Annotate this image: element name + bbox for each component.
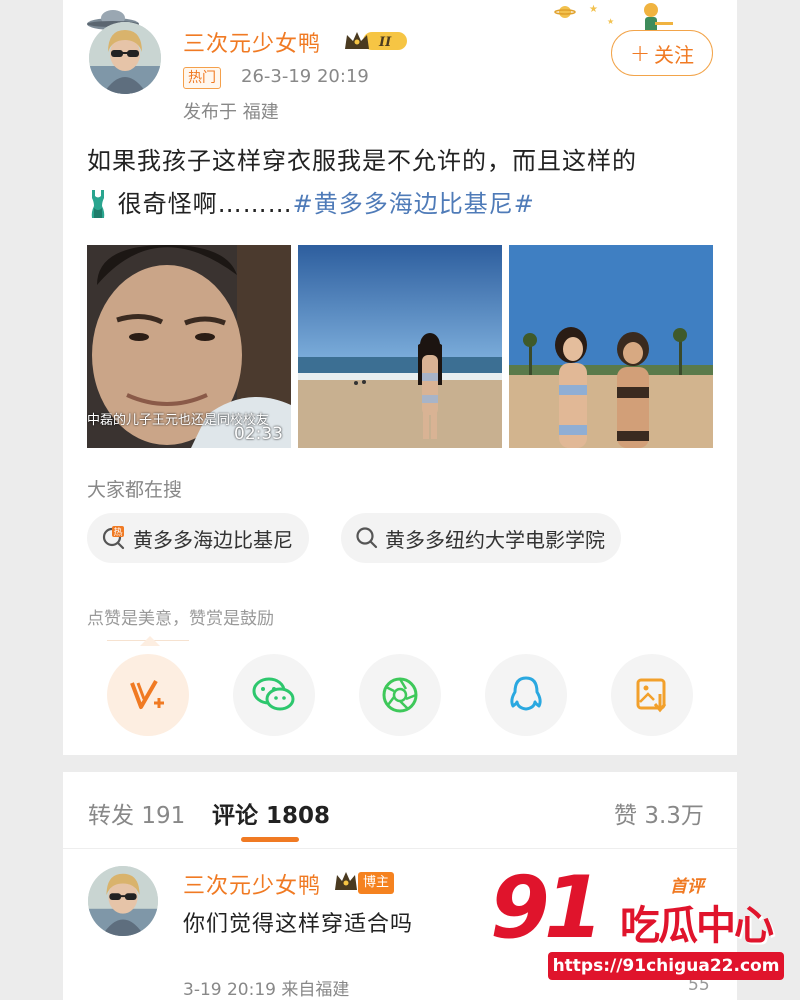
- beach-photo-1[interactable]: [298, 245, 502, 448]
- author-badge: 博主: [358, 872, 395, 894]
- tab-comments[interactable]: 评论 1808: [212, 796, 330, 830]
- share-qq-button[interactable]: [485, 654, 567, 736]
- comment-meta: 3-19 20:19 来自福建: [183, 980, 350, 1000]
- svg-text:热: 热: [114, 526, 123, 538]
- post-text: 如果我孩子这样穿衣服我是不允许的，而且这样的 很奇怪啊………#黄多多海边比基尼#: [87, 140, 707, 226]
- photo-grid: 中磊的儿子王元也还是同校校友 02:33: [87, 245, 713, 448]
- beach-photo-2[interactable]: [509, 245, 713, 448]
- save-image-button[interactable]: [611, 654, 693, 736]
- share-moments-button[interactable]: [359, 654, 441, 736]
- avatar[interactable]: [89, 22, 161, 94]
- svg-text:★: ★: [589, 4, 598, 15]
- tab-like-count: 3.3万: [644, 803, 704, 829]
- praise-title: 点赞是美意，赞赏是鼓励: [87, 609, 274, 629]
- search-section-title: 大家都在搜: [87, 479, 183, 501]
- share-action-row: [107, 654, 707, 738]
- share-wechat-button[interactable]: [233, 654, 315, 736]
- follow-button[interactable]: + 关注: [611, 30, 713, 76]
- search-chip-nyu[interactable]: 黄多多纽约大学电影学院: [341, 513, 621, 563]
- post-text-line1: 如果我孩子这样穿衣服我是不允许的，而且这样的: [87, 147, 637, 175]
- search-icon: [356, 527, 378, 549]
- hashtag-link[interactable]: #黄多多海边比基尼#: [293, 190, 535, 218]
- svg-text:II: II: [378, 35, 392, 50]
- qq-icon: [510, 676, 542, 711]
- comment-username[interactable]: 三次元少女鸭: [183, 868, 321, 900]
- video-thumbnail[interactable]: 中磊的儿子王元也还是同校校友 02:33: [87, 245, 291, 448]
- moments-icon: [382, 677, 418, 713]
- search-chip-hot[interactable]: 热 黄多多海边比基尼: [87, 513, 309, 563]
- wechat-icon: [252, 677, 295, 711]
- post-card: ★ ★ 三次元少女鸭 II 热门 26-3-19 20:19 发布于 福建 + …: [63, 0, 737, 755]
- comment-avatar[interactable]: [88, 866, 158, 936]
- tab-like-label: 赞: [614, 803, 637, 829]
- tabs-divider: [63, 848, 737, 849]
- active-tab-indicator: [241, 837, 299, 842]
- plus-icon: +: [629, 39, 651, 67]
- search-chip-label: 黄多多海边比基尼: [133, 527, 293, 552]
- search-chip-label: 黄多多纽约大学电影学院: [385, 527, 605, 552]
- follow-label: 关注: [654, 42, 695, 67]
- save-image-icon: [636, 678, 667, 713]
- tab-repost[interactable]: 转发 191: [88, 796, 185, 830]
- praise-pointer: [140, 636, 160, 646]
- svg-text:★: ★: [607, 17, 614, 26]
- reward-button[interactable]: [107, 654, 189, 736]
- hot-search-icon: 热: [102, 526, 125, 550]
- v-plus-icon: [130, 680, 164, 709]
- hot-tag-badge: 热门: [183, 67, 221, 89]
- tab-comment-count: 1808: [266, 803, 331, 829]
- crown-icon: [335, 872, 357, 890]
- tab-comment-label: 评论: [212, 803, 258, 829]
- post-timestamp: 26-3-19 20:19: [241, 66, 369, 87]
- video-duration: 02:33: [234, 424, 283, 444]
- comment-text: 你们觉得这样穿适合吗: [183, 912, 414, 937]
- watermark-url: https://91chigua22.com: [548, 952, 784, 980]
- swimsuit-emoji-icon: [91, 190, 105, 218]
- vip-crown-badge-icon[interactable]: II: [343, 29, 409, 53]
- tab-likes[interactable]: 赞 3.3万: [614, 796, 704, 830]
- watermark-number: 91: [490, 858, 604, 958]
- tab-repost-label: 转发: [88, 803, 134, 829]
- tab-repost-count: 191: [141, 803, 186, 829]
- post-text-line2: 很奇怪啊………: [117, 190, 293, 218]
- post-username[interactable]: 三次元少女鸭: [183, 26, 321, 58]
- post-location: 发布于 福建: [183, 102, 279, 123]
- watermark-name: 吃瓜中心: [620, 903, 774, 949]
